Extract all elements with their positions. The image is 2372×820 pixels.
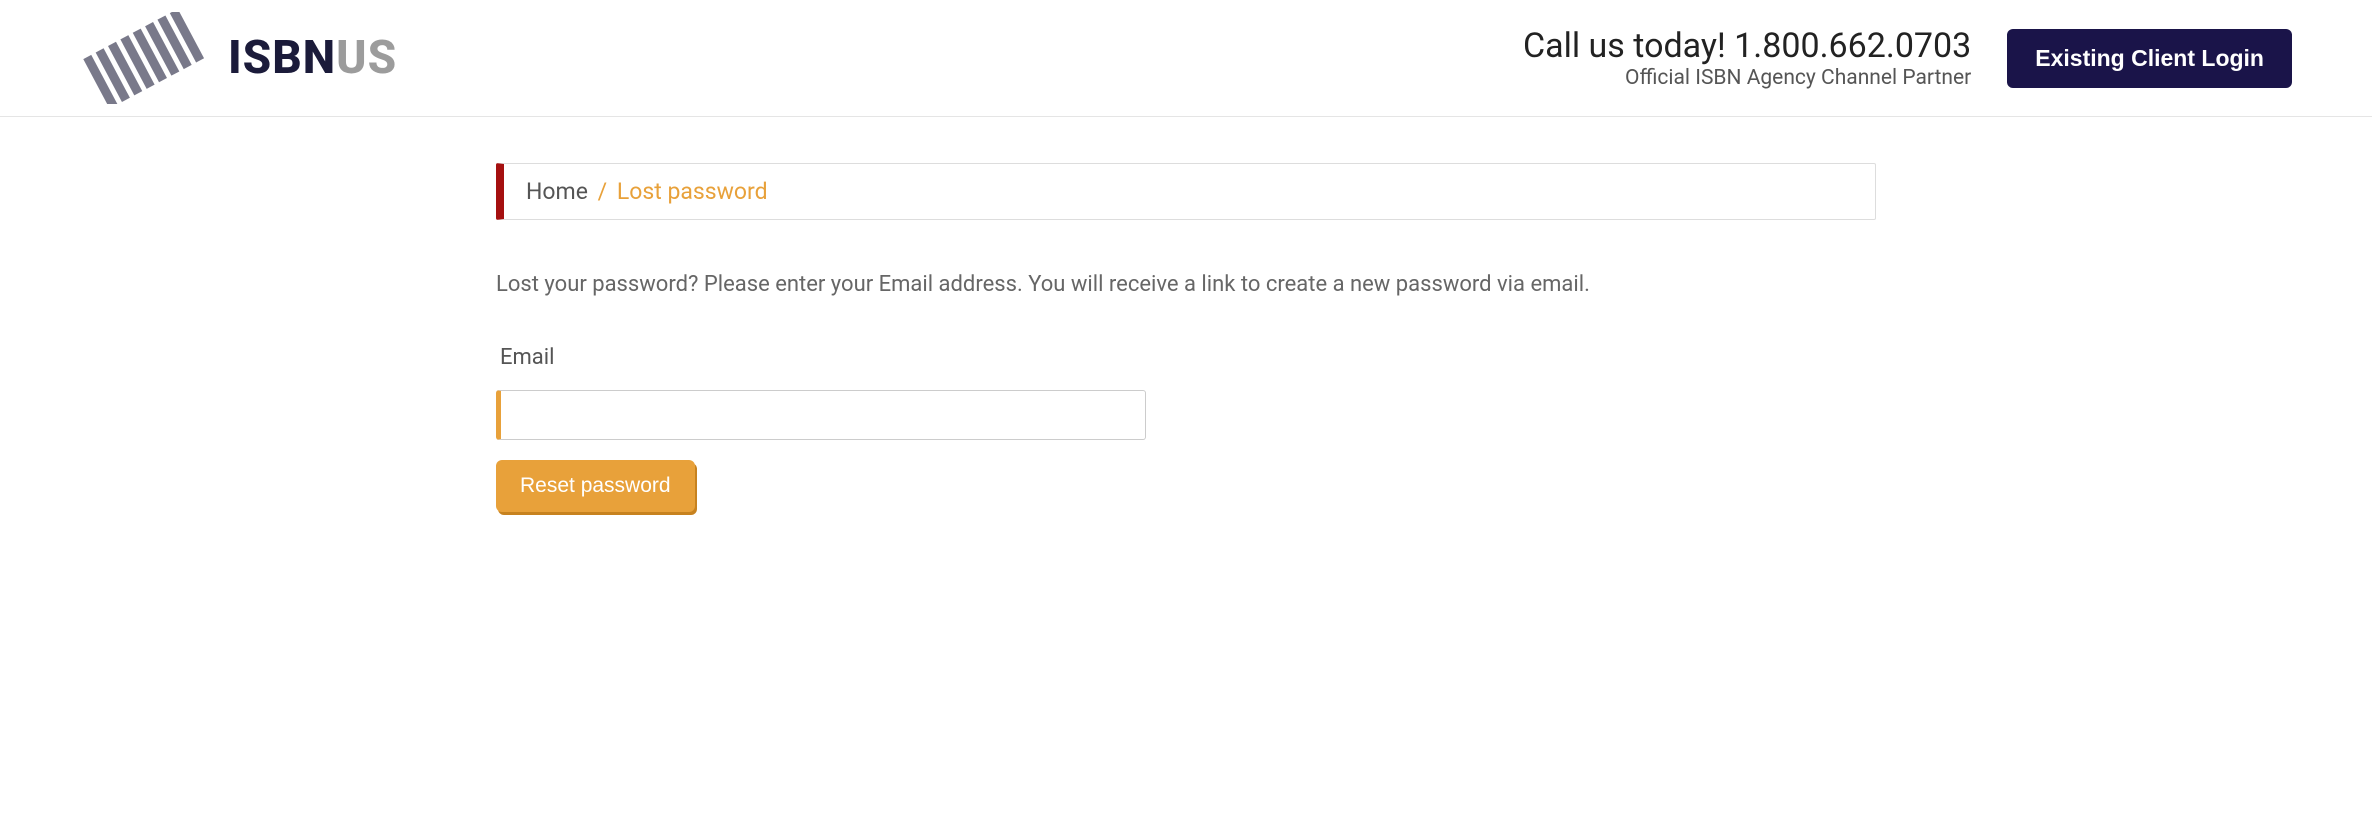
breadcrumb-separator: /	[598, 178, 608, 205]
instructions-text: Lost your password? Please enter your Em…	[496, 268, 1876, 301]
header-right: Call us today! 1.800.662.0703 Official I…	[1523, 26, 2292, 90]
site-header: ISBNUS Call us today! 1.800.662.0703 Off…	[0, 0, 2372, 117]
call-block: Call us today! 1.800.662.0703 Official I…	[1523, 26, 1971, 90]
brand-dark: ISBN	[228, 31, 336, 85]
logo[interactable]: ISBNUS	[80, 12, 397, 104]
breadcrumb: Home / Lost password	[496, 163, 1876, 220]
email-form-group: Email	[496, 345, 1876, 440]
email-input[interactable]	[496, 390, 1146, 440]
breadcrumb-current: Lost password	[617, 178, 768, 205]
reset-password-button[interactable]: Reset password	[496, 460, 695, 512]
breadcrumb-home-link[interactable]: Home	[526, 178, 588, 205]
main-container: Home / Lost password Lost your password?…	[476, 117, 1896, 512]
call-line: Call us today! 1.800.662.0703	[1523, 26, 1971, 66]
brand-gray: US	[336, 31, 397, 85]
email-label: Email	[496, 345, 1876, 370]
logo-text: ISBNUS	[228, 31, 397, 85]
call-sub: Official ISBN Agency Channel Partner	[1523, 66, 1971, 90]
existing-client-login-button[interactable]: Existing Client Login	[2007, 29, 2292, 88]
logo-icon	[80, 12, 210, 104]
